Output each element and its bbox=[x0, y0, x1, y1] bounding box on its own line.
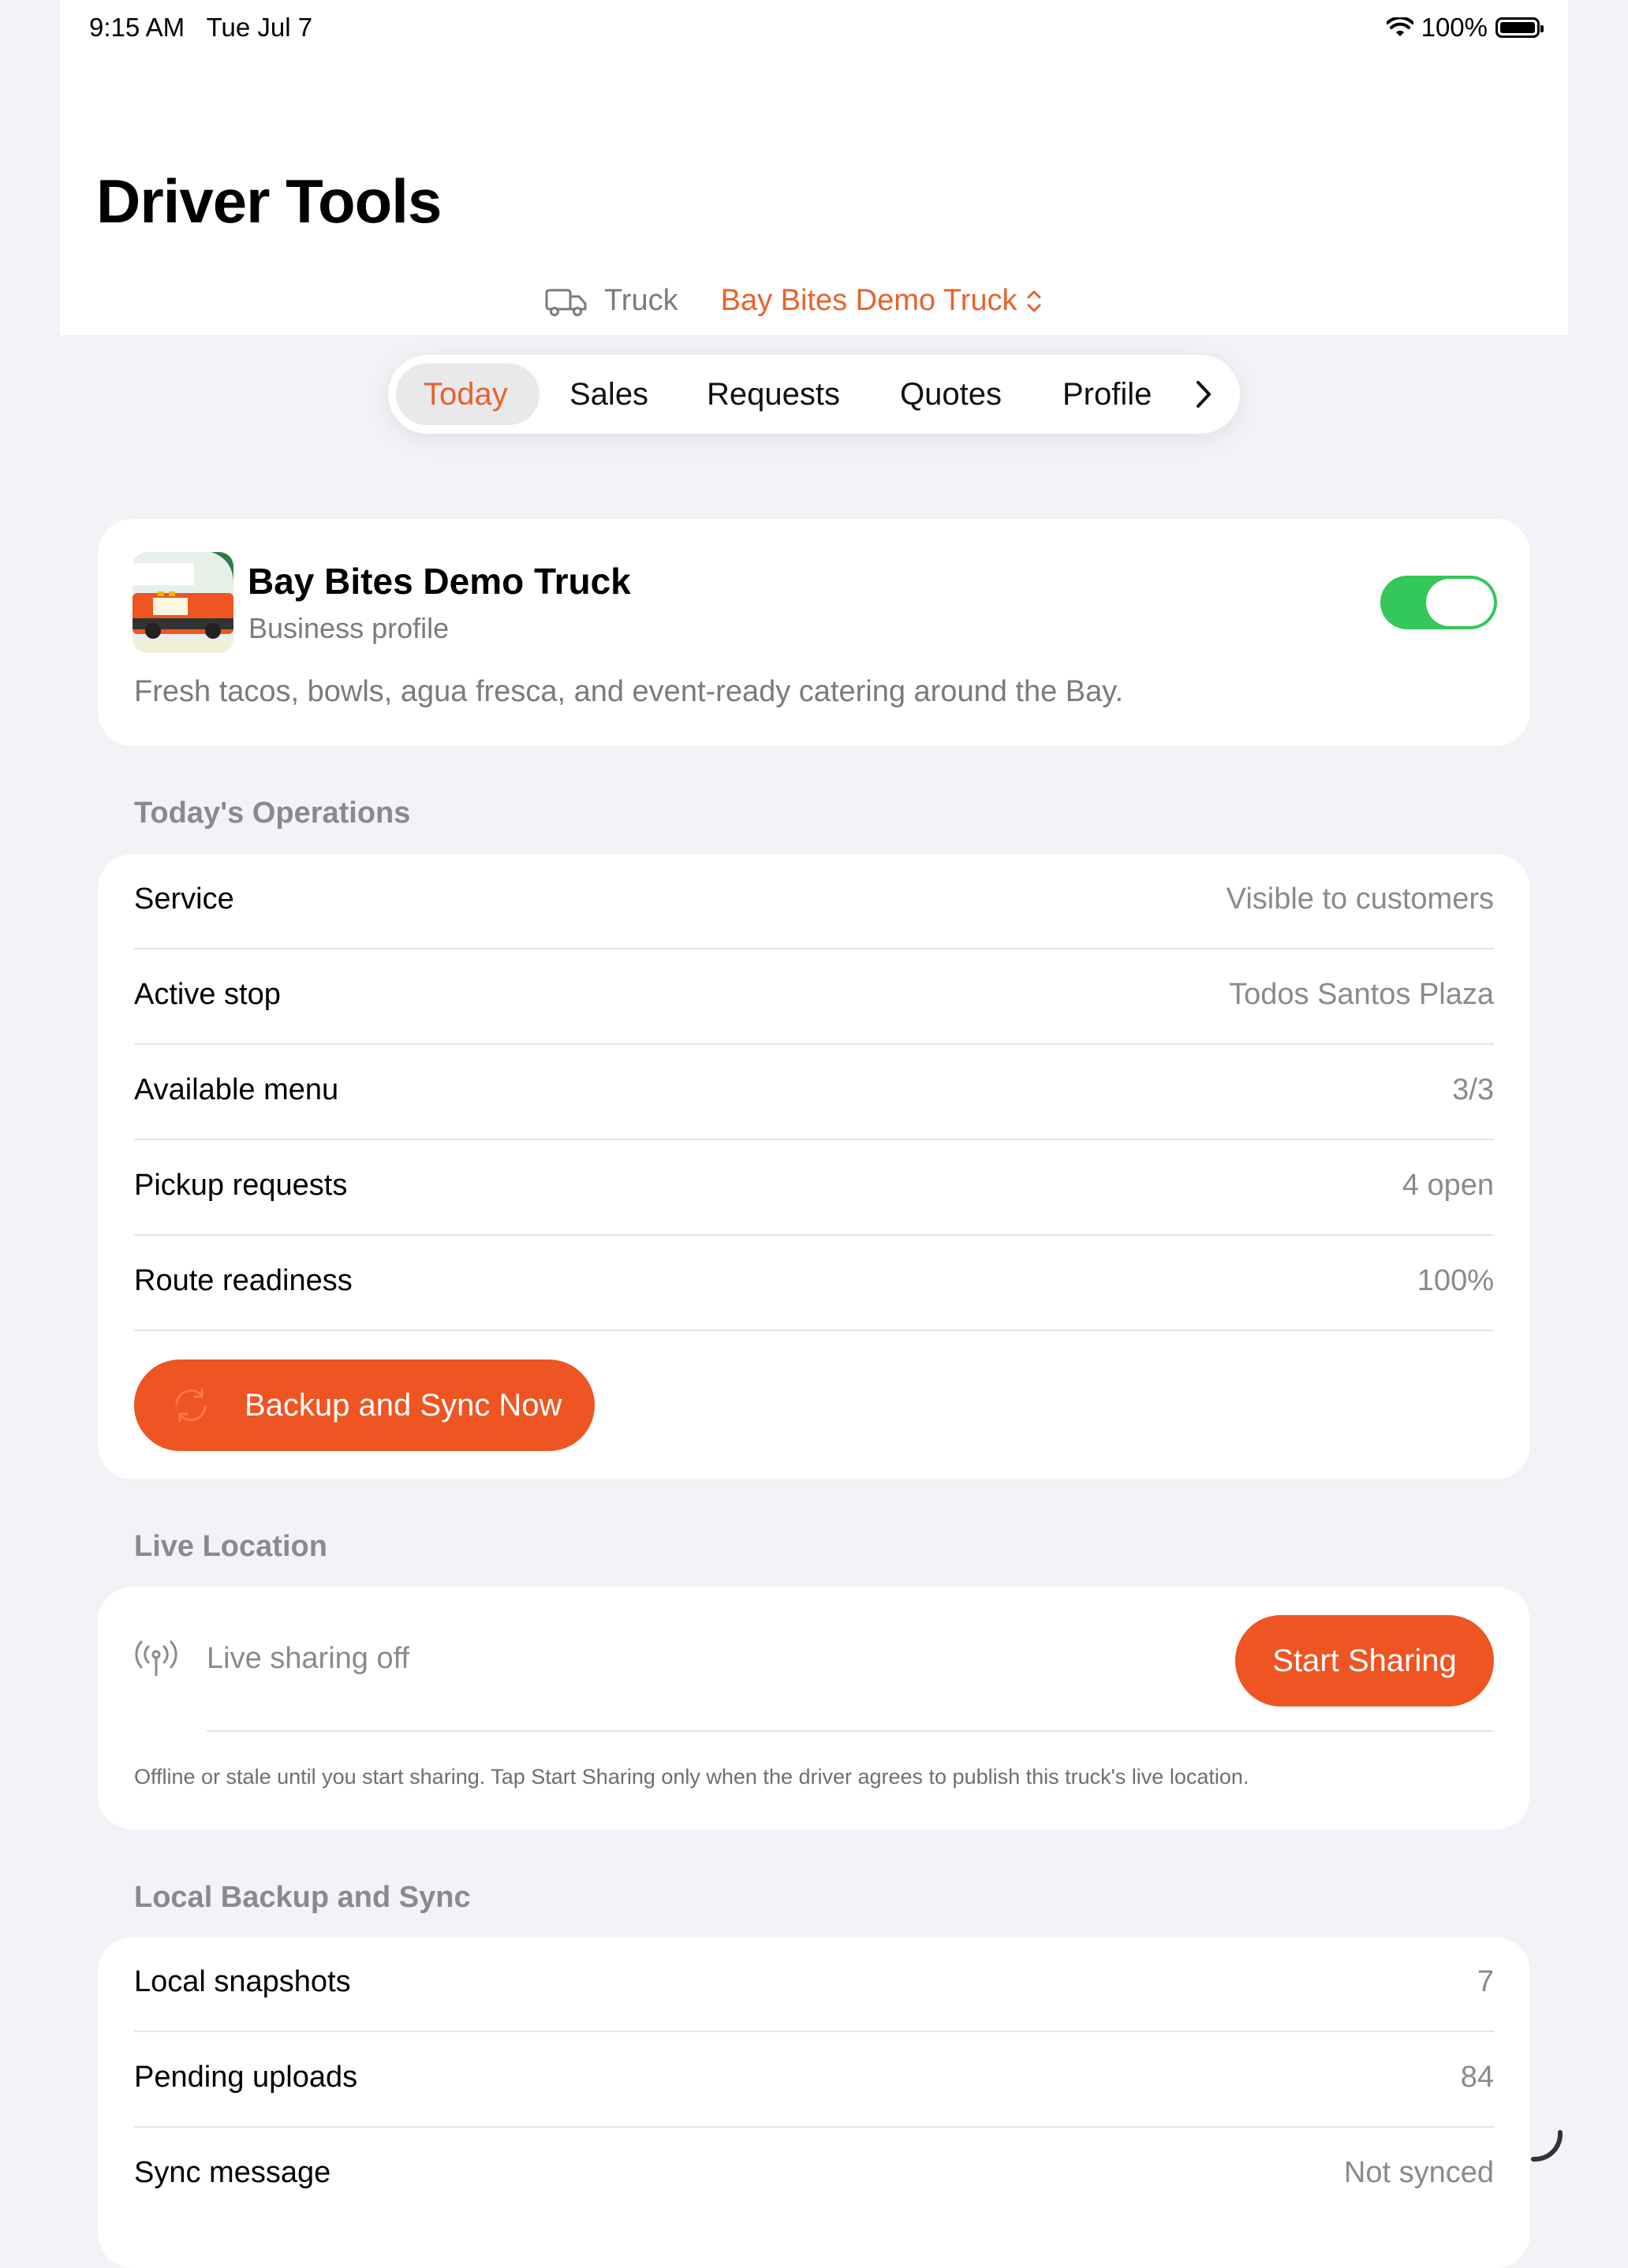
row-divider bbox=[134, 1330, 1494, 1331]
row-divider bbox=[207, 1730, 1494, 1732]
row-value: 84 bbox=[1460, 2061, 1494, 2094]
section-heading-live-location: Live Location bbox=[134, 1530, 327, 1563]
broadcast-antenna-icon bbox=[135, 1640, 177, 1677]
truck-selector-value: Bay Bites Demo Truck bbox=[720, 284, 1018, 317]
row-value: 4 open bbox=[1402, 1169, 1494, 1202]
business-description: Fresh tacos, bowls, agua fresca, and eve… bbox=[134, 675, 1123, 708]
battery-percent: 100% bbox=[1421, 13, 1488, 42]
live-location-card: Live sharing off Start Sharing Offline o… bbox=[98, 1587, 1530, 1830]
operations-card: Service Visible to customers Active stop… bbox=[98, 854, 1530, 1479]
row-label: Pickup requests bbox=[134, 1169, 348, 1202]
row-value: 100% bbox=[1417, 1264, 1494, 1297]
business-name: Bay Bites Demo Truck bbox=[248, 561, 631, 602]
toggle-knob bbox=[1426, 579, 1494, 626]
backup-sync-label: Backup and Sync Now bbox=[245, 1388, 562, 1423]
truck-selector[interactable]: Bay Bites Demo Truck bbox=[721, 284, 1043, 318]
wifi-icon bbox=[1386, 17, 1413, 36]
operations-row-available-menu: Available menu 3/3 bbox=[134, 1045, 1494, 1140]
business-profile-card: Bay Bites Demo Truck Business profile Fr… bbox=[98, 519, 1530, 746]
tab-quotes[interactable]: Quotes bbox=[900, 355, 1002, 434]
row-label: Available menu bbox=[134, 1073, 339, 1106]
row-value: Visible to customers bbox=[1226, 882, 1494, 916]
backup-row-local-snapshots: Local snapshots 7 bbox=[134, 1937, 1494, 2032]
truck-logo-image bbox=[133, 552, 233, 653]
status-bar-indicators: 100% bbox=[1386, 13, 1544, 43]
row-value: Not synced bbox=[1343, 2156, 1494, 2189]
visibility-toggle[interactable] bbox=[1380, 576, 1497, 629]
row-label: Local snapshots bbox=[134, 1965, 351, 1998]
row-value: 3/3 bbox=[1452, 1073, 1494, 1106]
section-heading-operations: Today's Operations bbox=[134, 796, 411, 830]
tab-profile[interactable]: Profile bbox=[1062, 355, 1152, 434]
sync-icon bbox=[175, 1388, 207, 1423]
row-label: Active stop bbox=[134, 978, 281, 1011]
operations-row-pickup-requests: Pickup requests 4 open bbox=[134, 1140, 1494, 1236]
row-label: Sync message bbox=[134, 2156, 331, 2189]
tab-requests[interactable]: Requests bbox=[707, 355, 840, 434]
chevron-up-down-icon bbox=[1027, 290, 1040, 311]
battery-icon bbox=[1495, 17, 1544, 38]
truck-label: Truck bbox=[604, 284, 678, 317]
row-label: Pending uploads bbox=[134, 2061, 358, 2094]
row-value: Todos Santos Plaza bbox=[1229, 978, 1494, 1011]
live-sharing-status: Live sharing off bbox=[207, 1642, 410, 1675]
row-value: 7 bbox=[1477, 1965, 1494, 1998]
operations-row-active-stop: Active stop Todos Santos Plaza bbox=[134, 949, 1494, 1045]
section-tabs: Today Sales Requests Quotes Profile bbox=[388, 355, 1240, 434]
backup-card: Local snapshots 7 Pending uploads 84 Syn… bbox=[98, 1937, 1530, 2268]
resize-handle-icon[interactable] bbox=[1529, 2129, 1563, 2164]
tab-sales[interactable]: Sales bbox=[569, 355, 648, 434]
page-title: Driver Tools bbox=[96, 166, 442, 236]
start-sharing-button[interactable]: Start Sharing bbox=[1235, 1615, 1494, 1707]
backup-sync-button[interactable]: Backup and Sync Now bbox=[134, 1360, 595, 1451]
tab-today[interactable]: Today bbox=[424, 355, 508, 434]
row-label: Service bbox=[134, 882, 234, 916]
truck-icon bbox=[545, 289, 587, 316]
backup-row-pending-uploads: Pending uploads 84 bbox=[134, 2032, 1494, 2128]
operations-row-route-readiness: Route readiness 100% bbox=[134, 1236, 1494, 1331]
business-subtitle: Business profile bbox=[248, 612, 450, 644]
truck-picker-row: Truck Bay Bites Demo Truck bbox=[544, 284, 1043, 318]
operations-row-service: Service Visible to customers bbox=[134, 854, 1494, 949]
live-location-note: Offline or stale until you start sharing… bbox=[134, 1765, 1249, 1789]
status-bar-clock: 9:15 AM Tue Jul 7 bbox=[89, 13, 313, 42]
chevron-right-icon[interactable] bbox=[1194, 379, 1213, 410]
section-heading-backup: Local Backup and Sync bbox=[134, 1881, 471, 1914]
backup-row-sync-message: Sync message Not synced bbox=[134, 2128, 1494, 2223]
row-label: Route readiness bbox=[134, 1264, 353, 1297]
